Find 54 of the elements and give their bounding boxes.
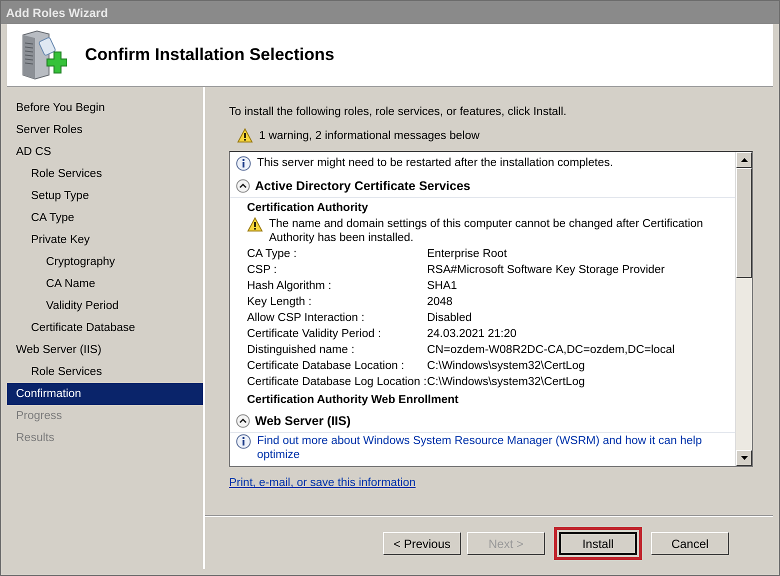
wizard-step[interactable]: Certificate Database [7, 317, 203, 339]
collapse-icon[interactable] [236, 179, 250, 193]
wizard-step[interactable]: Confirmation [7, 383, 203, 405]
wsrm-link[interactable]: Find out more about Windows System Resource Manager (WSRM) and how it can help optimize [257, 434, 731, 462]
property-value: Enterprise Root [427, 247, 508, 262]
wizard-step[interactable]: CA Name [7, 273, 203, 295]
section-title: Active Directory Certificate Services [255, 179, 470, 193]
property-label: CA Type : [247, 247, 298, 262]
scroll-up-arrow-icon[interactable] [740, 158, 748, 162]
subheading: Certification Authority [246, 201, 369, 216]
property-label: Certificate Validity Period : [247, 327, 382, 342]
section-title: Web Server (IIS) [255, 414, 351, 428]
wizard-button[interactable]: Cancel [651, 532, 729, 555]
wizard-step[interactable]: Server Roles [7, 119, 203, 141]
wizard-step[interactable]: Web Server (IIS) [7, 339, 203, 361]
property-value: C:\Windows\system32\CertLog [427, 359, 586, 374]
property-value: SHA1 [427, 279, 458, 294]
property-label: Distinguished name : [247, 343, 356, 358]
wizard-step[interactable]: Setup Type [7, 185, 203, 207]
property-label: CSP : [247, 263, 278, 278]
print-link[interactable]: Print, e-mail, or save this information [229, 477, 416, 489]
property-value: 24.03.2021 21:20 [427, 327, 518, 342]
page-title: Confirm Installation Selections [85, 45, 334, 65]
info-message: This server might need to be restarted after the installation completes. [257, 156, 614, 170]
instruction-text: To install the following roles, role services, or features, click Install. [229, 106, 568, 118]
warning-message: The name and domain settings of this computer cannot be changed after Certification Authority has been installed. [269, 217, 704, 245]
property-value: RSA#Microsoft Software Key Storage Provider [427, 263, 666, 278]
property-value: C:\Windows\system32\CertLog [427, 375, 586, 390]
scroll-down-arrow-icon[interactable] [740, 456, 748, 460]
subheading: Certification Authority Web Enrollment [246, 393, 460, 408]
property-label: Key Length : [247, 295, 313, 310]
property-value: CN=ozdem-W08R2DC-CA,DC=ozdem,DC=local [427, 343, 676, 358]
wizard-step[interactable]: Role Services [7, 361, 203, 383]
property-value: Disabled [427, 311, 473, 326]
wizard-step[interactable]: AD CS [7, 141, 203, 163]
summary-text: 1 warning, 2 informational messages below [259, 130, 480, 142]
warning-icon [247, 217, 263, 232]
collapse-icon[interactable] [236, 414, 250, 428]
wizard-step[interactable]: Private Key [7, 229, 203, 251]
property-label: Certificate Database Location : [247, 359, 406, 374]
wizard-step[interactable]: Before You Begin [7, 97, 203, 119]
info-icon [236, 156, 251, 171]
property-label: Hash Algorithm : [247, 279, 332, 294]
wizard-step[interactable]: CA Type [7, 207, 203, 229]
warning-icon [237, 128, 253, 143]
window-title: Add Roles Wizard [1, 1, 779, 24]
property-label: Allow CSP Interaction : [247, 311, 366, 326]
wizard-step[interactable]: Validity Period [7, 295, 203, 317]
property-value: 2048 [427, 295, 454, 310]
scrollbar[interactable] [735, 152, 752, 466]
wizard-step[interactable]: Cryptography [7, 251, 203, 273]
property-label: Certificate Database Log Location : [247, 375, 427, 390]
wizard-step[interactable]: Role Services [7, 163, 203, 185]
wizard-button[interactable]: < Previous [383, 532, 461, 555]
